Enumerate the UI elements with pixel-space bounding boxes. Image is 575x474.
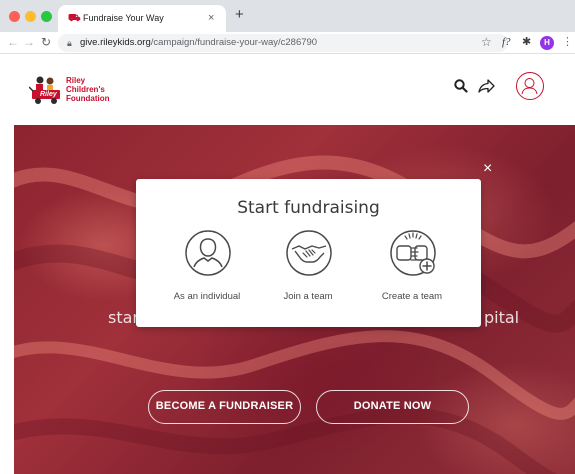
hero-text-fragment-left: star	[108, 308, 139, 327]
browser-tab[interactable]: ⛟ Fundraise Your Way ×	[58, 5, 226, 32]
tab-close-icon[interactable]: ×	[208, 11, 214, 25]
hero-text-fragment-right: pital	[484, 308, 520, 327]
option-create-team[interactable]: Create a team	[362, 229, 462, 309]
profile-avatar[interactable]: H	[540, 36, 554, 50]
url-text[interactable]: give.rileykids.org/campaign/fundraise-yo…	[80, 37, 317, 49]
option-join-team[interactable]: Join a team	[258, 229, 358, 309]
favicon-icon: ⛟	[68, 13, 81, 24]
option-as-individual[interactable]: As an individual	[157, 229, 257, 309]
extension-f-icon[interactable]: f?	[502, 35, 511, 50]
search-icon[interactable]	[454, 79, 468, 93]
share-icon[interactable]	[478, 79, 495, 93]
account-person-icon	[521, 78, 538, 95]
logo-wordmark: Riley Children's Foundation	[66, 76, 110, 103]
reload-icon[interactable]: ↻	[41, 35, 51, 50]
handshake-icon	[286, 230, 332, 276]
logo-line-3: Foundation	[66, 94, 110, 103]
wagon-logo-icon	[29, 76, 60, 104]
window-maximize-button[interactable]	[41, 11, 52, 22]
window-minimize-button[interactable]	[25, 11, 36, 22]
back-arrow-icon[interactable]: ←	[7, 35, 19, 50]
bookmark-star-icon[interactable]: ☆	[481, 35, 492, 50]
start-fundraising-modal: Start fundraising As an individual Join …	[136, 179, 481, 327]
option-label: Create a team	[381, 291, 443, 302]
logo-line-1: Riley	[66, 76, 86, 85]
become-fundraiser-button[interactable]: BECOME A FUNDRAISER	[148, 390, 301, 424]
lock-icon[interactable]: 🔒︎	[67, 37, 72, 49]
site-header: Riley Riley Children's Foundation	[0, 55, 575, 125]
url-path: /campaign/fundraise-your-way/c286790	[150, 37, 318, 48]
browser-menu-icon[interactable]: ⋮	[562, 35, 573, 50]
logo-line-2: Children's	[66, 85, 105, 94]
forward-arrow-icon[interactable]: →	[23, 35, 35, 50]
modal-title: Start fundraising	[237, 198, 380, 218]
option-label: Join a team	[283, 291, 333, 302]
url-domain: give.rileykids.org	[80, 37, 151, 48]
account-icon[interactable]	[516, 72, 544, 100]
option-label: As an individual	[173, 291, 241, 302]
riley-logo[interactable]: Riley Riley Children's Foundation	[29, 75, 129, 109]
extensions-puzzle-icon[interactable]: ✱	[522, 35, 531, 50]
modal-close-icon[interactable]: ×	[483, 161, 492, 177]
new-tab-button[interactable]: +	[235, 7, 244, 23]
browser-tab-bar: ⛟ Fundraise Your Way × +	[0, 0, 575, 32]
fist-bump-add-icon	[390, 230, 436, 276]
person-icon	[185, 230, 231, 276]
window-close-button[interactable]	[9, 11, 20, 22]
browser-toolbar: ← → ↻ 🔒︎ give.rileykids.org/campaign/fun…	[0, 32, 575, 54]
tab-title: Fundraise Your Way	[83, 13, 164, 23]
logo-wagon-text: Riley	[40, 91, 57, 98]
donate-now-button[interactable]: DONATE NOW	[316, 390, 469, 424]
address-bar[interactable]: 🔒︎ give.rileykids.org/campaign/fundraise…	[58, 34, 508, 52]
